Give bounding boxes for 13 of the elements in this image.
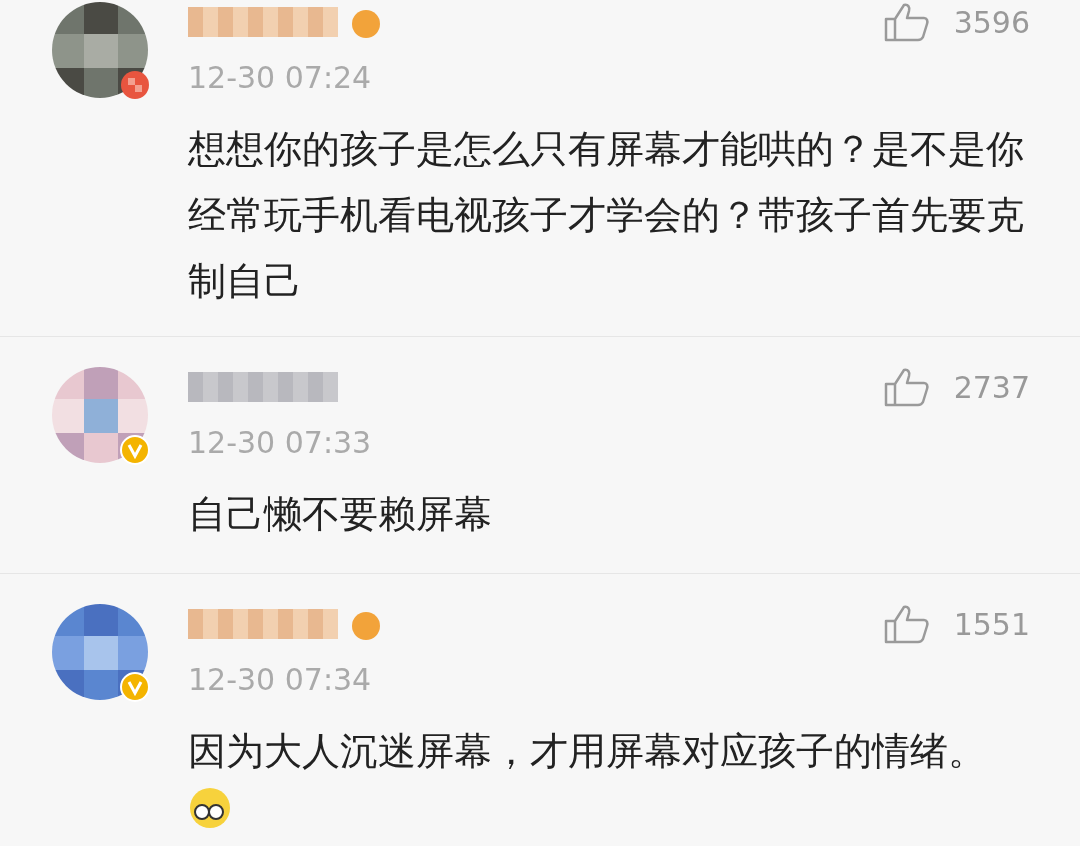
comment-time: 12-30 07:34 xyxy=(188,661,372,699)
comment-text: 因为大人沉迷屏幕，才用屏幕对应孩子的情绪。 xyxy=(188,728,987,775)
comment-time: 12-30 07:24 xyxy=(188,59,372,97)
comment-text: 想想你的孩子是怎么只有屏幕才能哄的？是不是你经常玩手机看电视孩子才学会的？带孩子首先要克制自己 xyxy=(188,126,1025,305)
like-count: 1551 xyxy=(953,605,1030,644)
comment-text: 自己懒不要赖屏幕 xyxy=(188,491,493,538)
thumbs-up-icon[interactable] xyxy=(883,367,930,407)
thumbs-up-icon[interactable] xyxy=(883,2,930,42)
thumbs-up-icon[interactable] xyxy=(883,604,930,644)
comment-time: 12-30 07:33 xyxy=(188,424,372,462)
like-count: 2737 xyxy=(953,368,1030,407)
like-count: 3596 xyxy=(953,3,1030,42)
emoji-icon xyxy=(188,786,232,830)
